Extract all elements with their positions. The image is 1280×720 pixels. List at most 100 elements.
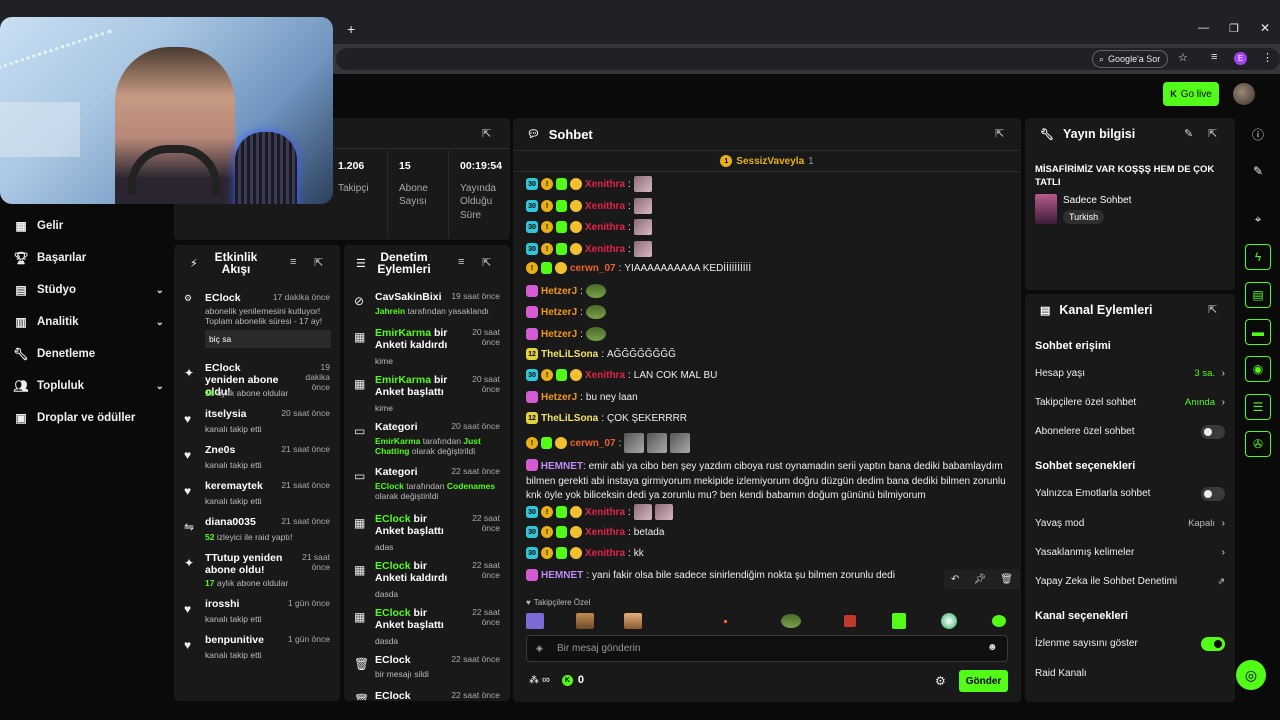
- chat-settings-icon[interactable]: ⚙: [935, 674, 946, 688]
- chat-input-placeholder[interactable]: Bir mesaj gönderin: [557, 643, 640, 654]
- chat-message[interactable]: HetzerJ:: [526, 327, 606, 341]
- chat-message[interactable]: HetzerJ:: [526, 284, 606, 298]
- chat-message[interactable]: 30! Xenithra:: [526, 198, 652, 214]
- maximize-icon[interactable]: ❐: [1229, 22, 1239, 35]
- chat-username[interactable]: HEMNET: [541, 461, 583, 472]
- chat-message[interactable]: 30! Xenithra:: [526, 241, 652, 257]
- chat-message[interactable]: HetzerJ:: [526, 305, 606, 319]
- help-button[interactable]: ◎: [1236, 660, 1266, 690]
- chat-username[interactable]: Xenithra: [585, 179, 625, 190]
- popout-icon[interactable]: ⇱: [482, 256, 491, 269]
- chat-username[interactable]: HEMNET: [541, 570, 583, 581]
- sidebar-item-denetleme[interactable]: 🔧︎ Denetleme: [13, 342, 164, 366]
- emote-icon[interactable]: [576, 613, 594, 629]
- popout-icon[interactable]: ⇱: [995, 127, 1004, 140]
- browser-menu-icon[interactable]: ⋮: [1262, 51, 1273, 64]
- chat-username[interactable]: TheLiLSona: [541, 413, 598, 424]
- emote-icon[interactable]: [724, 620, 727, 623]
- chat-username[interactable]: Xenithra: [585, 222, 625, 233]
- banned-words-row[interactable]: Yasaklanmış kelimeler ›: [1035, 547, 1225, 558]
- emoji-icon[interactable]: ☻: [987, 642, 998, 653]
- document-icon[interactable]: ▤: [1245, 282, 1271, 308]
- chat-message[interactable]: 30! Xenithra:: [526, 219, 652, 235]
- broadcast-icon[interactable]: ◉: [1245, 356, 1271, 382]
- send-button[interactable]: Gönder: [959, 670, 1008, 692]
- chat-message[interactable]: 30! Xenithra:: [526, 176, 652, 192]
- chat-message[interactable]: ! cerwn_07: YIAAAAAAAAAA KEDİİİİİİİİİİ: [526, 262, 751, 274]
- focus-icon[interactable]: ⌖: [1245, 206, 1271, 232]
- chat-username[interactable]: Xenithra: [585, 527, 625, 538]
- chat-username[interactable]: HetzerJ: [541, 286, 577, 297]
- sidebar-item-analitik[interactable]: ▥ Analitik ⌄: [14, 310, 164, 334]
- filter-icon[interactable]: ≡: [458, 256, 464, 268]
- wrench-icon[interactable]: ✇: [1245, 431, 1271, 457]
- reply-icon[interactable]: ↶: [951, 574, 959, 585]
- slow-mode-row[interactable]: Yavaş mod Kapalı ›: [1035, 518, 1225, 529]
- emote-icon[interactable]: [624, 613, 642, 629]
- user-avatar[interactable]: [1233, 83, 1255, 105]
- filter-icon[interactable]: ≡: [290, 256, 296, 268]
- ai-moderation-row[interactable]: Yapay Zeka ile Sohbet Denetimi ⇗: [1035, 576, 1225, 587]
- sidebar-item-gelir[interactable]: ▦ Gelir: [14, 214, 164, 238]
- new-tab-button[interactable]: +: [347, 21, 355, 37]
- queue-icon[interactable]: ☰: [1245, 394, 1271, 420]
- emote-icon[interactable]: [892, 613, 906, 629]
- chat-message[interactable]: 30! Xenithra: kk: [526, 547, 644, 559]
- chat-username[interactable]: Xenithra: [585, 201, 625, 212]
- emote-icon[interactable]: [526, 613, 544, 629]
- info-icon[interactable]: ⓘ: [1245, 121, 1271, 147]
- chat-message[interactable]: ! cerwn_07:: [526, 433, 691, 453]
- account-age-row[interactable]: Hesap yaşı 3 sa. ›: [1035, 368, 1225, 379]
- chat-message[interactable]: 30! Xenithra: betada: [526, 526, 664, 538]
- chat-message[interactable]: HetzerJ: bu ney laan: [526, 391, 638, 403]
- chat-username[interactable]: Xenithra: [585, 370, 625, 381]
- chat-username[interactable]: HetzerJ: [541, 307, 577, 318]
- chat-username[interactable]: Xenithra: [585, 507, 625, 518]
- chat-message[interactable]: 30! Xenithra: LAN COK MAL BU: [526, 369, 717, 381]
- chat-message[interactable]: 30! Xenithra:: [526, 504, 673, 520]
- sidebar-item-topluluk[interactable]: 👥︎ Topluluk ⌄: [13, 374, 164, 398]
- chat-icon[interactable]: ▬: [1245, 319, 1271, 345]
- google-search-button[interactable]: ⌕ Google'a Sor: [1092, 50, 1168, 68]
- chat-message[interactable]: HEMNET: yani fakir olsa bile sadece sini…: [526, 569, 895, 581]
- chat-message[interactable]: 12 TheLiLSona: ÇOK ŞEKERRRR: [526, 412, 687, 424]
- chat-username[interactable]: Xenithra: [585, 548, 625, 559]
- popout-icon[interactable]: ⇱: [1208, 303, 1217, 316]
- sidebar-item-droplar[interactable]: ▣ Droplar ve ödüller: [14, 406, 164, 430]
- emote-icon[interactable]: [844, 615, 856, 627]
- sidebar-item-basarilar[interactable]: 🏆︎ Başarılar: [13, 246, 164, 270]
- chat-username[interactable]: Xenithra: [585, 244, 625, 255]
- kick-points[interactable]: K0: [561, 674, 584, 686]
- chat-message[interactable]: 12 TheLiLSona: AĞĞĞĞĞĞĞĞ: [526, 348, 676, 360]
- minimize-icon[interactable]: —: [1198, 22, 1209, 34]
- go-live-button[interactable]: K Go live: [1163, 82, 1219, 106]
- subs-only-toggle[interactable]: [1201, 424, 1225, 439]
- popout-icon[interactable]: ⇱: [482, 127, 491, 140]
- followers-only-row[interactable]: Takipçilere özel sohbet Anında ›: [1035, 397, 1225, 408]
- emote-icon[interactable]: [781, 614, 801, 628]
- chat-message[interactable]: HEMNET: emir abi ya cibo ben şey yazdım …: [526, 459, 1011, 504]
- popout-icon[interactable]: ⇱: [314, 256, 323, 269]
- popout-icon[interactable]: ⇱: [1208, 127, 1217, 140]
- sidebar-item-studyo[interactable]: ▤ Stüdyo ⌄: [14, 278, 164, 302]
- emote-icon[interactable]: [992, 615, 1006, 627]
- chat-username[interactable]: HetzerJ: [541, 392, 577, 403]
- pin-icon[interactable]: 📌︎: [973, 574, 986, 585]
- reading-list-icon[interactable]: ≡: [1211, 51, 1217, 63]
- chat-username[interactable]: cerwn_07: [570, 263, 616, 274]
- delete-icon[interactable]: 🗑︎: [1000, 574, 1013, 585]
- edit-icon[interactable]: ✎: [1184, 127, 1193, 140]
- show-viewers-toggle[interactable]: [1201, 636, 1225, 651]
- lightning-icon[interactable]: ϟ: [1245, 244, 1271, 270]
- chat-username[interactable]: cerwn_07: [570, 438, 616, 449]
- chat-username[interactable]: TheLiLSona: [541, 349, 598, 360]
- bookmark-star-icon[interactable]: ☆: [1178, 51, 1188, 64]
- profile-icon[interactable]: E: [1234, 52, 1247, 65]
- close-icon[interactable]: ✕: [1260, 21, 1270, 35]
- chevron-down-icon: ⌄: [155, 316, 164, 328]
- raid-row[interactable]: Raid Kanalı: [1035, 668, 1225, 679]
- chat-username[interactable]: HetzerJ: [541, 329, 577, 340]
- emote-icon[interactable]: [941, 613, 957, 629]
- pencil-icon[interactable]: ✎: [1245, 158, 1271, 184]
- emote-only-toggle[interactable]: [1201, 486, 1225, 501]
